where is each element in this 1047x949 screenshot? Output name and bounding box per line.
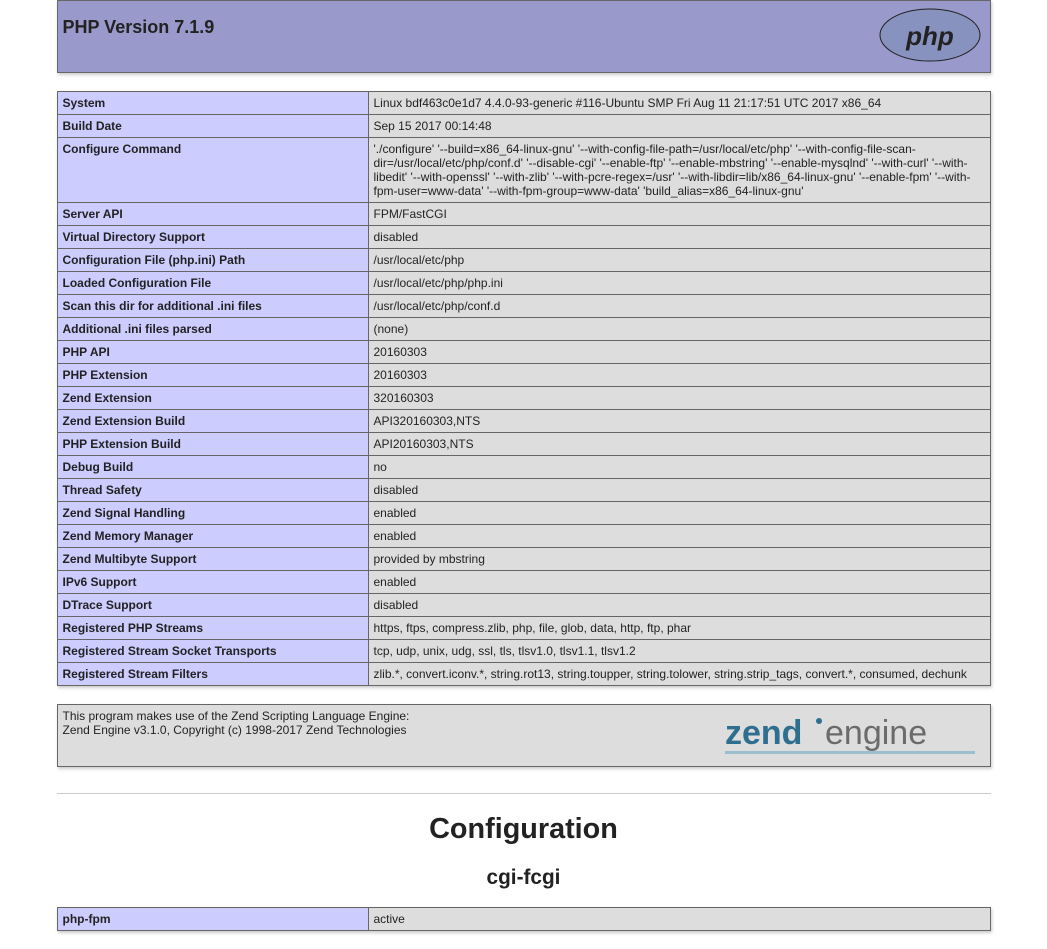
info-key: System [57, 92, 368, 115]
info-key: Registered Stream Socket Transports [57, 640, 368, 663]
info-key: Registered Stream Filters [57, 663, 368, 686]
info-value: (none) [368, 318, 990, 341]
info-key: DTrace Support [57, 594, 368, 617]
info-key: Server API [57, 203, 368, 226]
info-key: Registered PHP Streams [57, 617, 368, 640]
info-value: enabled [368, 525, 990, 548]
php-logo-link[interactable]: php [875, 5, 985, 68]
table-row: IPv6 Supportenabled [57, 571, 990, 594]
info-value: /usr/local/etc/php [368, 249, 990, 272]
cfg-key: php-fpm [57, 907, 368, 930]
info-table: SystemLinux bdf463c0e1d7 4.4.0-93-generi… [57, 91, 991, 686]
php-icon: php [875, 5, 985, 65]
info-key: Build Date [57, 115, 368, 138]
info-key: Zend Signal Handling [57, 502, 368, 525]
page-title: PHP Version 7.1.9 [63, 17, 985, 38]
info-value: FPM/FastCGI [368, 203, 990, 226]
info-value: Sep 15 2017 00:14:48 [368, 115, 990, 138]
info-value: zlib.*, convert.iconv.*, string.rot13, s… [368, 663, 990, 686]
info-value: API20160303,NTS [368, 433, 990, 456]
table-row: Registered Stream Socket Transportstcp, … [57, 640, 990, 663]
zend-text-line1: This program makes use of the Zend Scrip… [63, 709, 410, 723]
zend-text-line2: Zend Engine v3.1.0, Copyright (c) 1998-2… [63, 723, 407, 737]
configuration-heading: Configuration [57, 813, 991, 846]
info-value: provided by mbstring [368, 548, 990, 571]
info-key: Zend Multibyte Support [57, 548, 368, 571]
table-row: Virtual Directory Supportdisabled [57, 226, 990, 249]
table-row: PHP Extension BuildAPI20160303,NTS [57, 433, 990, 456]
info-key: Virtual Directory Support [57, 226, 368, 249]
info-value: 20160303 [368, 341, 990, 364]
info-key: Zend Extension [57, 387, 368, 410]
table-row: Loaded Configuration File/usr/local/etc/… [57, 272, 990, 295]
info-value: disabled [368, 226, 990, 249]
cgi-fcgi-table: php-fpmactive [57, 907, 991, 931]
divider [57, 793, 991, 794]
table-row: Zend Signal Handlingenabled [57, 502, 990, 525]
info-key: IPv6 Support [57, 571, 368, 594]
cfg-value: active [368, 907, 990, 930]
info-key: Loaded Configuration File [57, 272, 368, 295]
info-value: disabled [368, 594, 990, 617]
info-key: PHP API [57, 341, 368, 364]
table-row: Zend Memory Managerenabled [57, 525, 990, 548]
table-row: Scan this dir for additional .ini files/… [57, 295, 990, 318]
table-row: Configure Command'./configure' '--build=… [57, 138, 990, 203]
info-value: API320160303,NTS [368, 410, 990, 433]
header-table: php PHP Version 7.1.9 [57, 0, 991, 73]
info-value: /usr/local/etc/php/conf.d [368, 295, 990, 318]
zend-engine-icon: zend engine [725, 709, 985, 759]
info-value: Linux bdf463c0e1d7 4.4.0-93-generic #116… [368, 92, 990, 115]
info-value: 20160303 [368, 364, 990, 387]
table-row: SystemLinux bdf463c0e1d7 4.4.0-93-generi… [57, 92, 990, 115]
table-row: Server APIFPM/FastCGI [57, 203, 990, 226]
info-key: Zend Memory Manager [57, 525, 368, 548]
table-row: Zend Extension BuildAPI320160303,NTS [57, 410, 990, 433]
info-key: Zend Extension Build [57, 410, 368, 433]
svg-text:php: php [905, 21, 954, 51]
info-value: https, ftps, compress.zlib, php, file, g… [368, 617, 990, 640]
info-value: enabled [368, 571, 990, 594]
info-value: './configure' '--build=x86_64-linux-gnu'… [368, 138, 990, 203]
info-value: tcp, udp, unix, udg, ssl, tls, tlsv1.0, … [368, 640, 990, 663]
table-row: Zend Multibyte Supportprovided by mbstri… [57, 548, 990, 571]
info-value: /usr/local/etc/php/php.ini [368, 272, 990, 295]
table-row: Build DateSep 15 2017 00:14:48 [57, 115, 990, 138]
table-row: PHP API20160303 [57, 341, 990, 364]
info-key: Additional .ini files parsed [57, 318, 368, 341]
table-row: DTrace Supportdisabled [57, 594, 990, 617]
info-key: Configuration File (php.ini) Path [57, 249, 368, 272]
zend-box: zend engine This program makes use of th… [57, 704, 991, 767]
info-key: Configure Command [57, 138, 368, 203]
table-row: Configuration File (php.ini) Path/usr/lo… [57, 249, 990, 272]
info-key: Debug Build [57, 456, 368, 479]
table-row: Debug Buildno [57, 456, 990, 479]
module-heading-cgi-fcgi: cgi-fcgi [57, 866, 991, 890]
table-row: PHP Extension20160303 [57, 364, 990, 387]
table-row: Registered PHP Streamshttps, ftps, compr… [57, 617, 990, 640]
table-row: Thread Safetydisabled [57, 479, 990, 502]
table-row: Registered Stream Filterszlib.*, convert… [57, 663, 990, 686]
table-row: Zend Extension320160303 [57, 387, 990, 410]
info-key: Thread Safety [57, 479, 368, 502]
svg-text:engine: engine [825, 714, 927, 752]
info-key: Scan this dir for additional .ini files [57, 295, 368, 318]
info-value: enabled [368, 502, 990, 525]
table-row: Additional .ini files parsed(none) [57, 318, 990, 341]
info-value: no [368, 456, 990, 479]
info-value: 320160303 [368, 387, 990, 410]
svg-text:zend: zend [725, 714, 802, 752]
module-anchor-cgi-fcgi[interactable]: cgi-fcgi [487, 866, 561, 889]
zend-logo-link[interactable]: zend engine [725, 709, 985, 762]
info-key: PHP Extension [57, 364, 368, 387]
table-row: php-fpmactive [57, 907, 990, 930]
info-key: PHP Extension Build [57, 433, 368, 456]
info-value: disabled [368, 479, 990, 502]
